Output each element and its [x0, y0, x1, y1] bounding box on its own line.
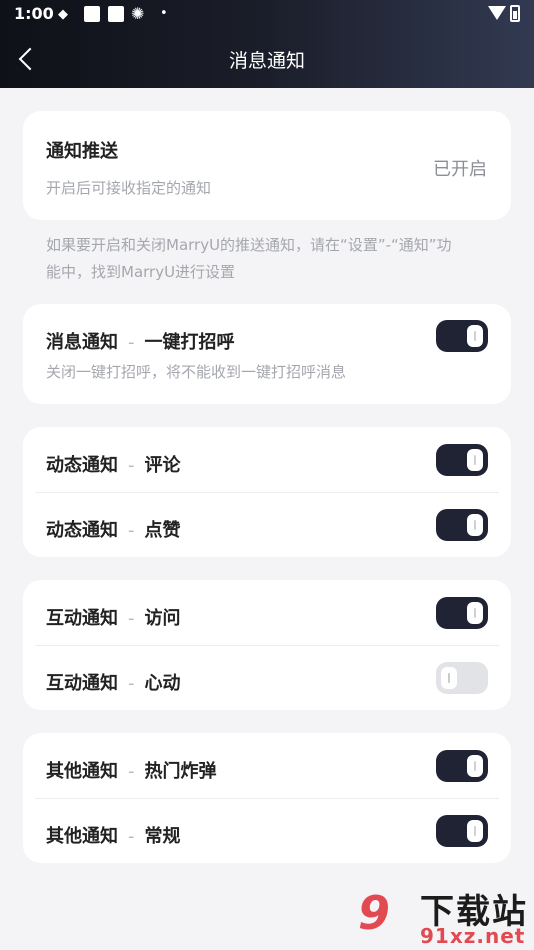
row-item: 一键打招呼 — [144, 332, 235, 353]
page-title: 消息通知 — [228, 50, 305, 72]
heartbeat-toggle[interactable] — [436, 662, 488, 694]
hot-bomb-toggle[interactable] — [436, 750, 488, 782]
toggle-knob — [467, 449, 483, 471]
notification-square-icon — [84, 6, 100, 22]
status-bar: 1:00 ◆ ✺ • — [0, 0, 534, 30]
toggle-knob — [467, 755, 483, 777]
row-title: 其他通知 - 热门炸弹 — [46, 757, 217, 783]
interaction-heartbeat-row: 互动通知 - 心动 — [23, 645, 511, 710]
row-separator: - — [128, 761, 135, 782]
watermark-url: 91xz.net — [420, 924, 526, 948]
row-category: 动态通知 — [46, 455, 118, 476]
row-item: 点赞 — [144, 520, 181, 541]
row-separator: - — [128, 673, 135, 694]
toggle-knob — [467, 514, 483, 536]
notification-square-icon-2 — [108, 6, 124, 22]
row-title: 互动通知 - 访问 — [46, 604, 181, 630]
like-toggle[interactable] — [436, 509, 488, 541]
row-item: 评论 — [144, 455, 181, 476]
row-title: 其他通知 - 常规 — [46, 822, 181, 848]
greeting-card: 消息通知 - 一键打招呼 关闭一键打招呼，将不能收到一键打招呼消息 — [23, 304, 511, 404]
header: 1:00 ◆ ✺ • 消息通知 — [0, 0, 534, 88]
row-item: 心动 — [144, 673, 181, 694]
row-item: 访问 — [144, 608, 181, 629]
toggle-knob — [467, 325, 483, 347]
row-separator: - — [128, 608, 135, 629]
aperture-icon: ✺ — [131, 4, 145, 23]
row-separator: - — [128, 332, 135, 353]
push-hint: 如果要开启和关闭MarryU的推送通知，请在“设置”-“通知”功 能中，找到Ma… — [46, 232, 496, 286]
other-general-row: 其他通知 - 常规 — [23, 798, 511, 863]
general-toggle[interactable] — [436, 815, 488, 847]
watermark-logo: 9 下载站 91xz.net — [354, 880, 534, 950]
toggle-knob — [467, 602, 483, 624]
push-desc: 开启后可接收指定的通知 — [46, 179, 212, 197]
nav-bar: 消息通知 — [0, 30, 534, 88]
row-category: 其他通知 — [46, 761, 118, 782]
push-card[interactable]: 通知推送 开启后可接收指定的通知 已开启 — [23, 111, 511, 220]
dynamic-card: 动态通知 - 评论 动态通知 - 点赞 — [23, 427, 511, 557]
interaction-card: 互动通知 - 访问 互动通知 - 心动 — [23, 580, 511, 710]
push-status: 已开启 — [433, 159, 487, 180]
watermark-nine: 9 — [358, 886, 391, 940]
row-title: 互动通知 - 心动 — [46, 669, 181, 695]
row-category: 动态通知 — [46, 520, 118, 541]
row-title: 动态通知 - 评论 — [46, 451, 181, 477]
comment-toggle[interactable] — [436, 444, 488, 476]
diamond-icon: ◆ — [58, 7, 68, 22]
row-separator: - — [128, 520, 135, 541]
other-card: 其他通知 - 热门炸弹 其他通知 - 常规 — [23, 733, 511, 863]
other-hot-row: 其他通知 - 热门炸弹 — [23, 733, 511, 798]
row-category: 其他通知 — [46, 826, 118, 847]
push-title: 通知推送 — [46, 141, 118, 162]
row-category: 互动通知 — [46, 608, 118, 629]
wifi-icon — [488, 6, 506, 20]
row-title: 动态通知 - 点赞 — [46, 516, 181, 542]
more-dot-icon: • — [160, 6, 168, 21]
row-item: 热门炸弹 — [144, 761, 217, 782]
dynamic-like-row: 动态通知 - 点赞 — [23, 492, 511, 557]
push-hint-line-2: 能中，找到MarryU进行设置 — [46, 263, 236, 281]
status-time: 1:00 — [14, 4, 54, 23]
visit-toggle[interactable] — [436, 597, 488, 629]
row-separator: - — [128, 826, 135, 847]
row-title: 消息通知 - 一键打招呼 — [46, 328, 235, 354]
greeting-row: 消息通知 - 一键打招呼 关闭一键打招呼，将不能收到一键打招呼消息 — [23, 304, 511, 404]
row-separator: - — [128, 455, 135, 476]
row-desc: 关闭一键打招呼，将不能收到一键打招呼消息 — [46, 363, 347, 381]
row-category: 互动通知 — [46, 673, 118, 694]
greeting-toggle[interactable] — [436, 320, 488, 352]
row-item: 常规 — [144, 826, 181, 847]
battery-icon — [510, 5, 520, 22]
interaction-visit-row: 互动通知 - 访问 — [23, 580, 511, 645]
toggle-knob — [467, 820, 483, 842]
dynamic-comment-row: 动态通知 - 评论 — [23, 427, 511, 492]
row-category: 消息通知 — [46, 332, 118, 353]
toggle-knob — [441, 667, 457, 689]
push-hint-line-1: 如果要开启和关闭MarryU的推送通知，请在“设置”-“通知”功 — [46, 236, 452, 254]
